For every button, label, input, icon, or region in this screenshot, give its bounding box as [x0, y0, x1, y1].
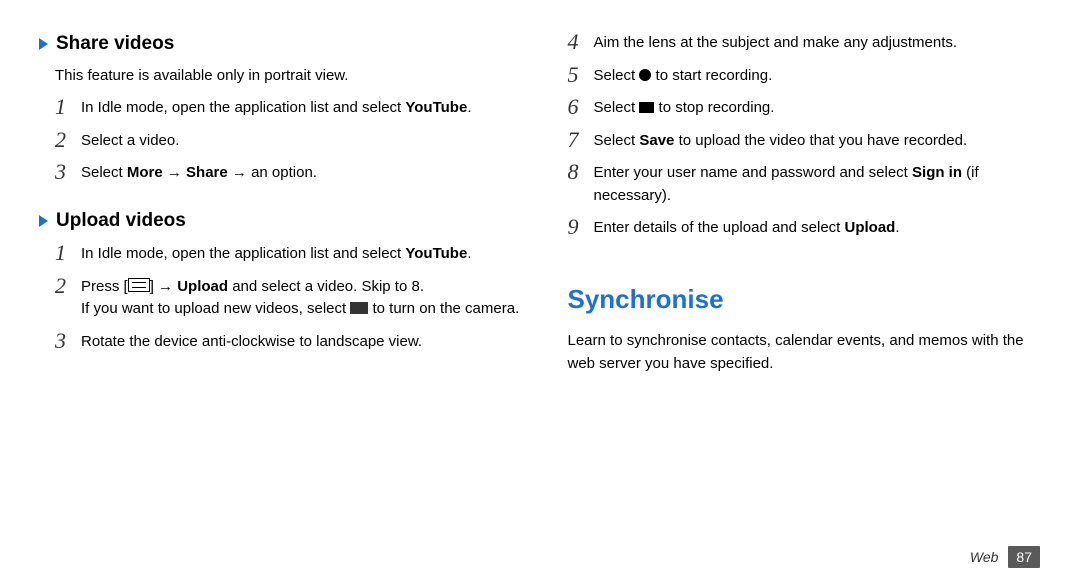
step-text: Select to stop recording.	[594, 95, 775, 120]
left-column: Share videos This feature is available o…	[55, 30, 528, 375]
step-text: Enter details of the upload and select U…	[594, 215, 900, 240]
menu-icon	[128, 278, 150, 292]
upload-step-3: 3 Rotate the device anti-clockwise to la…	[55, 329, 528, 354]
upload-step-2: 2 Press [] → Upload and select a video. …	[55, 274, 528, 321]
camera-icon	[350, 302, 368, 314]
right-step-4: 4 Aim the lens at the subject and make a…	[568, 30, 1041, 55]
step-number: 4	[568, 30, 594, 54]
step-text: Select Save to upload the video that you…	[594, 128, 968, 153]
upload-step-1: 1 In Idle mode, open the application lis…	[55, 241, 528, 266]
step-number: 8	[568, 160, 594, 184]
footer-page-number: 87	[1008, 546, 1040, 568]
right-step-7: 7 Select Save to upload the video that y…	[568, 128, 1041, 153]
step-number: 1	[55, 95, 81, 119]
share-step-1: 1 In Idle mode, open the application lis…	[55, 95, 528, 120]
right-step-9: 9 Enter details of the upload and select…	[568, 215, 1041, 240]
step-text: Press [] → Upload and select a video. Sk…	[81, 274, 519, 321]
share-heading: Share videos	[55, 30, 174, 59]
right-step-5: 5 Select to start recording.	[568, 63, 1041, 88]
share-step-2: 2 Select a video.	[55, 128, 528, 153]
step-text: In Idle mode, open the application list …	[81, 241, 471, 266]
chevron-icon	[39, 38, 48, 50]
step-number: 5	[568, 63, 594, 87]
stop-icon	[639, 102, 654, 113]
upload-heading: Upload videos	[55, 207, 186, 236]
synchronise-heading: Synchronise	[568, 280, 1041, 319]
step-number: 2	[55, 274, 81, 298]
right-step-6: 6 Select to stop recording.	[568, 95, 1041, 120]
step-number: 2	[55, 128, 81, 152]
step-number: 3	[55, 160, 81, 184]
step-number: 6	[568, 95, 594, 119]
share-step-3: 3 Select More → Share → an option.	[55, 160, 528, 185]
record-icon	[639, 69, 651, 81]
step-number: 3	[55, 329, 81, 353]
step-text: Rotate the device anti-clockwise to land…	[81, 329, 422, 354]
share-note: This feature is available only in portra…	[55, 65, 528, 88]
step-number: 9	[568, 215, 594, 239]
step-text: Select a video.	[81, 128, 179, 153]
right-column: 4 Aim the lens at the subject and make a…	[568, 30, 1041, 375]
step-text: Aim the lens at the subject and make any…	[594, 30, 958, 55]
upload-heading-text: Upload videos	[56, 207, 186, 236]
step-number: 7	[568, 128, 594, 152]
step-text: Enter your user name and password and se…	[594, 160, 1041, 207]
step-text: In Idle mode, open the application list …	[81, 95, 471, 120]
footer-category: Web	[970, 549, 999, 565]
step-text: Select More → Share → an option.	[81, 160, 317, 185]
chevron-icon	[39, 215, 48, 227]
page-footer: Web 87	[970, 546, 1040, 568]
synchronise-lead: Learn to synchronise contacts, calendar …	[568, 329, 1041, 376]
right-step-8: 8 Enter your user name and password and …	[568, 160, 1041, 207]
step-text: Select to start recording.	[594, 63, 773, 88]
share-heading-text: Share videos	[56, 30, 174, 59]
step-number: 1	[55, 241, 81, 265]
